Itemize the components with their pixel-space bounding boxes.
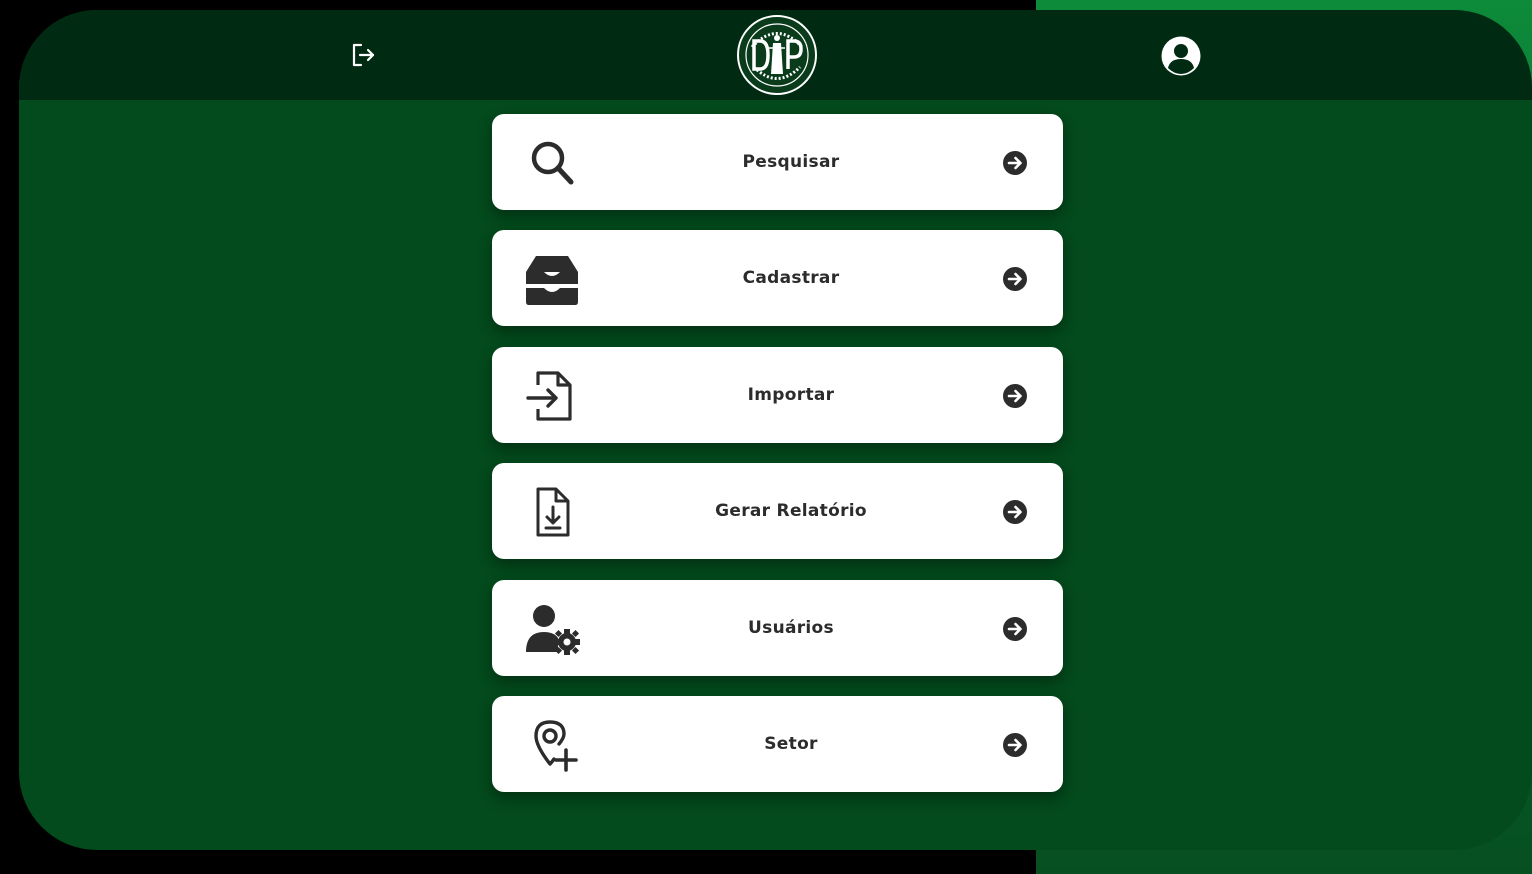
logout-icon: [352, 43, 375, 67]
user-circle-icon[interactable]: [1160, 35, 1202, 77]
arrow-circle-right-icon: [1003, 617, 1027, 641]
top-bar: [19, 10, 1532, 100]
menu-item-label: Importar: [747, 385, 835, 405]
menu-item-usuarios[interactable]: Usuários: [492, 580, 1063, 676]
menu-item-label: Cadastrar: [742, 268, 840, 288]
arrow-circle-right-icon: [1003, 500, 1027, 524]
app-frame: Pesquisar Cadastrar Importar Gerar Relat…: [19, 10, 1532, 850]
arrow-circle-right-icon: [1003, 733, 1027, 757]
menu-item-label: Pesquisar: [742, 152, 840, 172]
menu-item-importar[interactable]: Importar: [492, 347, 1063, 443]
arrow-circle-right-icon: [1003, 384, 1027, 408]
menu-item-label: Setor: [764, 734, 818, 754]
menu-item-label: Gerar Relatório: [715, 501, 867, 521]
menu-item-label: Usuários: [748, 618, 834, 638]
arrow-circle-right-icon: [1003, 267, 1027, 291]
menu-item-pesquisar[interactable]: Pesquisar: [492, 114, 1063, 210]
logout-button[interactable]: [348, 40, 378, 70]
arrow-circle-right-icon: [1003, 151, 1027, 175]
menu-item-setor[interactable]: Setor: [492, 696, 1063, 792]
menu-item-gerar-relatorio[interactable]: Gerar Relatório: [492, 463, 1063, 559]
menu-item-cadastrar[interactable]: Cadastrar: [492, 230, 1063, 326]
dp-logo-icon: [737, 15, 817, 95]
